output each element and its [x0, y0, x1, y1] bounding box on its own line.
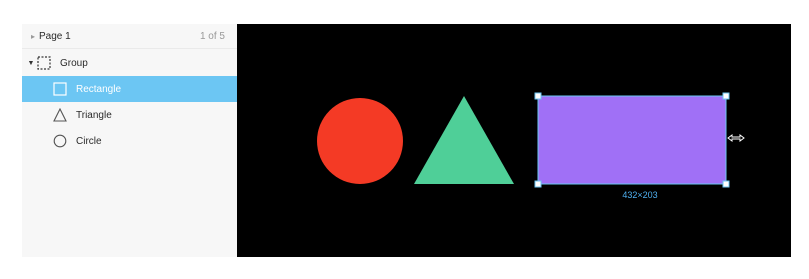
circle-shape[interactable]	[317, 98, 403, 184]
layer-label-group: Group	[60, 57, 88, 69]
caret-down-icon[interactable]: ▼	[26, 60, 36, 67]
triangle-icon	[52, 107, 68, 123]
circle-icon	[52, 133, 68, 149]
layer-item-rectangle[interactable]: Rectangle	[22, 76, 237, 102]
resize-handle-bottom-right[interactable]	[722, 180, 730, 188]
chevron-right-icon[interactable]: ▸	[27, 32, 39, 41]
layers-sidebar: ▸ Page 1 1 of 5 ▼ Group Rectangle Triang…	[22, 24, 237, 257]
layer-item-triangle[interactable]: Triangle	[22, 102, 237, 128]
triangle-shape[interactable]	[414, 96, 514, 184]
layer-item-group[interactable]: ▼ Group	[22, 50, 237, 76]
layer-label-circle: Circle	[76, 135, 102, 147]
resize-handle-top-right[interactable]	[722, 92, 730, 100]
layer-label-triangle: Triangle	[76, 109, 112, 121]
page-label: Page 1	[39, 30, 71, 42]
resize-handle-top-left[interactable]	[534, 92, 542, 100]
layer-label-rectangle: Rectangle	[76, 83, 122, 95]
resize-handle-bottom-left[interactable]	[534, 180, 542, 188]
dimensions-label: 432×203	[622, 190, 658, 200]
design-canvas[interactable]: 432×203	[237, 24, 791, 257]
layer-item-circle[interactable]: Circle	[22, 128, 237, 154]
page-selector[interactable]: ▸ Page 1 1 of 5	[22, 24, 237, 49]
rectangle-shape[interactable]	[538, 96, 726, 184]
page-count: 1 of 5	[199, 30, 225, 42]
rectangle-icon	[52, 81, 68, 97]
canvas-shapes	[317, 92, 745, 188]
app-frame: ▸ Page 1 1 of 5 ▼ Group Rectangle Triang…	[22, 24, 791, 257]
group-frame-icon	[36, 55, 52, 71]
resize-horizontal-cursor-icon	[727, 134, 745, 142]
